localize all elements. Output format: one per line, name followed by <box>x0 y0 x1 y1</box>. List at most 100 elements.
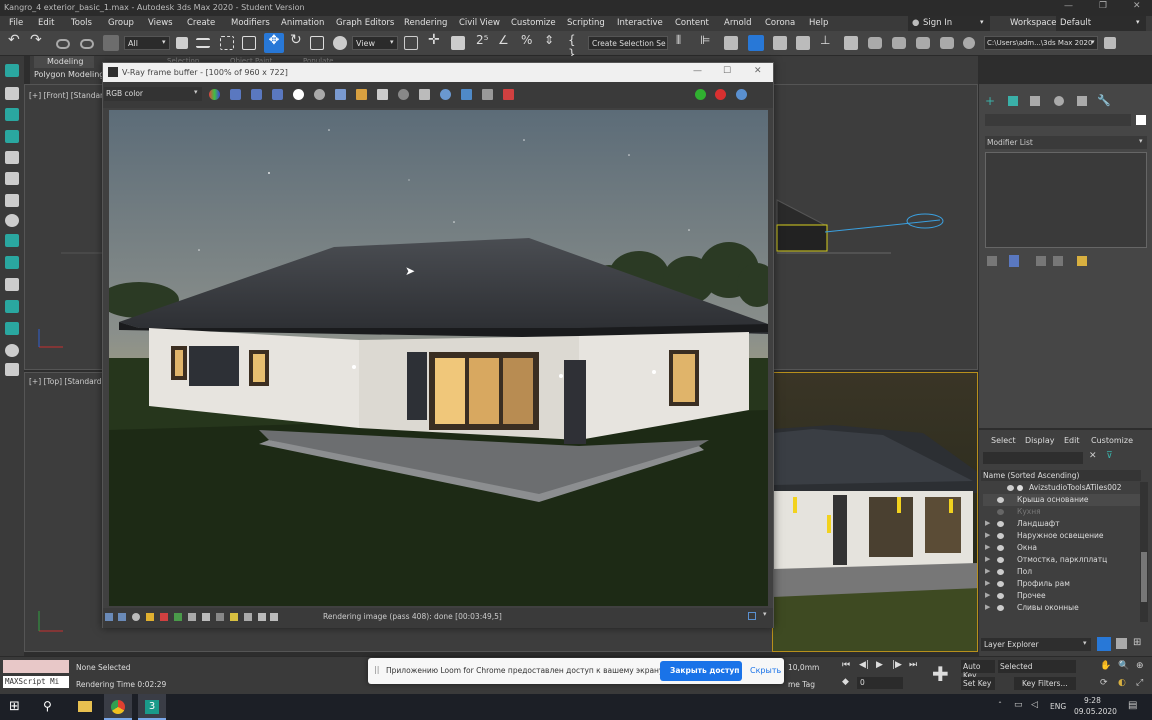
undo-icon[interactable]: ↶ <box>8 32 24 48</box>
scene-row[interactable]: AvizstudioToolsATiles002 <box>1003 482 1143 494</box>
exposure-icon[interactable] <box>132 613 140 621</box>
scene-search-input[interactable] <box>983 452 1083 464</box>
lens-effects-icon[interactable] <box>118 613 126 621</box>
vfb-titlebar[interactable]: V-Ray frame buffer - [100% of 960 x 722]… <box>103 63 773 82</box>
eye-icon[interactable] <box>997 497 1004 503</box>
select-and-rotate-icon[interactable]: ↻ <box>290 32 306 48</box>
toggle-scene-explorer-icon[interactable] <box>724 36 738 50</box>
play-icon[interactable]: ▶ <box>876 660 883 670</box>
pin-icon[interactable]: ⊞ <box>1133 637 1141 648</box>
select-manipulate-icon[interactable]: ✛ <box>428 32 444 48</box>
search-icon[interactable]: ⚲ <box>43 699 52 713</box>
menu-content[interactable]: Content <box>675 18 709 28</box>
perspective-render-preview[interactable] <box>772 372 978 652</box>
scene-row[interactable]: ▶ Отмостка, парклплатц <box>983 554 1145 566</box>
bucket-icon[interactable] <box>244 613 252 621</box>
levels-icon[interactable] <box>174 613 182 621</box>
lightbulb-icon[interactable] <box>5 363 19 376</box>
modifier-list-dropdown[interactable]: Modifier List ▾ <box>985 136 1147 149</box>
toggle-layer-explorer-icon[interactable] <box>748 35 764 51</box>
notifications-icon[interactable]: ▤ <box>1128 700 1137 711</box>
utilities-tab-icon[interactable]: 🔧 <box>1097 94 1111 107</box>
link-icon[interactable] <box>56 39 70 49</box>
maxscript-mini-listener[interactable]: MAXScript Mi <box>3 676 69 688</box>
current-frame-input[interactable]: 0 <box>857 677 903 689</box>
zoom-icon[interactable]: 🔍 <box>1118 661 1129 671</box>
mirror-icon[interactable]: ⫴ <box>676 33 692 49</box>
maxscript-listener-pink[interactable] <box>3 660 69 673</box>
list-icon[interactable] <box>5 151 19 164</box>
tray-chevron-icon[interactable]: ˆ <box>998 701 1002 710</box>
settings-icon[interactable] <box>270 613 278 621</box>
window-crossing-icon[interactable] <box>242 36 256 50</box>
menu-customize[interactable]: Customize <box>511 18 556 28</box>
object-name-field[interactable] <box>985 114 1131 126</box>
track-mouse-icon[interactable] <box>419 89 430 100</box>
create-tab-icon[interactable]: + <box>985 94 995 108</box>
maximize-icon[interactable]: ❐ <box>1099 1 1107 11</box>
menu-file[interactable]: File <box>9 18 23 28</box>
scene-row[interactable]: ▶ Прочее <box>983 590 1145 602</box>
minimize-icon[interactable]: — <box>693 66 702 76</box>
info-icon[interactable] <box>258 613 266 621</box>
layout-tab-icon[interactable] <box>5 256 19 269</box>
compare-icon[interactable] <box>482 89 493 100</box>
placement-icon[interactable] <box>333 36 347 50</box>
scene-row[interactable]: Крыша основание <box>983 494 1145 506</box>
scene-row[interactable]: ▶ Сливы оконные <box>983 602 1145 614</box>
configure-modifier-sets-icon[interactable] <box>1077 256 1087 266</box>
a360-gallery-icon[interactable] <box>963 37 975 49</box>
viewport-layout-icon[interactable] <box>5 234 19 247</box>
display-tab-icon[interactable] <box>1077 96 1087 106</box>
link-to-max-icon[interactable] <box>461 89 472 100</box>
ribbon-toggle-icon[interactable] <box>773 36 787 50</box>
render-icon[interactable] <box>736 89 747 100</box>
prev-frame-icon[interactable]: ◀| <box>859 660 869 670</box>
monochrome-icon[interactable] <box>314 89 325 100</box>
object-color-swatch[interactable] <box>1136 115 1146 125</box>
view-icon[interactable] <box>5 344 19 357</box>
3dsmax-taskbar-button[interactable]: 3 <box>138 694 166 720</box>
clear-image-icon[interactable] <box>377 89 388 100</box>
input-language[interactable]: ENG <box>1050 702 1066 711</box>
pin-stack-icon[interactable] <box>987 256 997 266</box>
eye-icon[interactable] <box>997 509 1004 515</box>
expand-arrow-icon[interactable]: ▶ <box>985 579 990 587</box>
hierarchy-icon[interactable] <box>5 108 19 121</box>
blue-channel-icon[interactable] <box>272 89 283 100</box>
select-and-scale-icon[interactable] <box>310 36 324 50</box>
eye-icon[interactable] <box>1007 485 1014 491</box>
expand-arrow-icon[interactable]: ▶ <box>985 555 990 563</box>
spinner-snap-icon[interactable]: ⇕ <box>544 33 560 49</box>
stop-render-icon[interactable] <box>715 89 726 100</box>
rendered-frame-window-icon[interactable] <box>892 37 906 49</box>
red-channel-icon[interactable] <box>230 89 241 100</box>
eye-icon[interactable] <box>997 545 1004 551</box>
select-object-icon[interactable] <box>176 37 188 49</box>
filter-icon[interactable]: ⊽ <box>1106 451 1113 461</box>
menu-views[interactable]: Views <box>148 18 173 28</box>
show-end-result-icon[interactable] <box>1009 255 1019 267</box>
volume-icon[interactable]: ◁ <box>1031 700 1038 710</box>
set-key-button[interactable]: Set Key <box>961 677 995 690</box>
expand-arrow-icon[interactable]: ▶ <box>985 543 990 551</box>
orbit-icon[interactable]: ⟳ <box>1100 678 1108 688</box>
menu-edit[interactable]: Edit <box>38 18 54 28</box>
eye-icon[interactable] <box>997 533 1004 539</box>
create-icon[interactable] <box>5 64 19 77</box>
add-keys-icon[interactable]: ✚ <box>932 662 949 686</box>
selection-filter-dropdown[interactable]: All ▾ <box>124 36 170 50</box>
snap-icon[interactable] <box>5 300 19 313</box>
menu-graph-editors[interactable]: Graph Editors <box>336 18 394 28</box>
network-icon[interactable]: ▭ <box>1014 700 1023 710</box>
utilities-icon[interactable] <box>5 194 19 207</box>
ocio-icon[interactable] <box>202 613 210 621</box>
expand-arrow-icon[interactable]: ▶ <box>985 591 990 599</box>
display-icon[interactable] <box>5 172 19 185</box>
scene-scrollbar[interactable] <box>1140 482 1148 622</box>
time-tag[interactable]: me Tag <box>788 680 815 689</box>
menu-rendering[interactable]: Rendering <box>404 18 447 28</box>
eye-icon[interactable] <box>997 581 1004 587</box>
schematic-view-icon[interactable]: ⊥ <box>820 33 836 49</box>
file-explorer-icon[interactable] <box>78 701 92 712</box>
